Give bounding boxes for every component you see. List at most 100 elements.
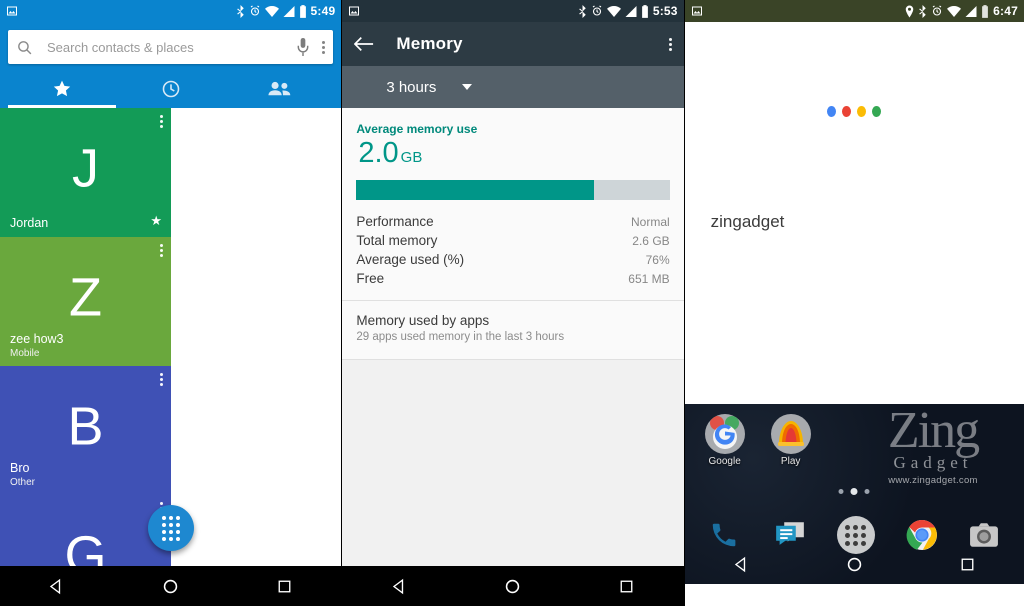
microphone-icon[interactable] — [296, 38, 310, 56]
status-bar-system-icons: 5:53 — [578, 4, 678, 18]
watermark: Zing Gadget www.zingadget.com — [848, 404, 1018, 486]
contact-initial: Z — [69, 267, 102, 328]
overflow-menu-icon[interactable] — [160, 113, 163, 130]
stat-row: Performance Normal — [356, 212, 669, 231]
home-icon[interactable] — [832, 544, 876, 584]
stat-value: 651 MB — [628, 272, 670, 286]
dialpad-icon — [162, 515, 180, 541]
panel-memory: 5:53 Memory 3 hours Average memory use 2… — [341, 0, 685, 606]
alarm-icon — [249, 5, 261, 17]
star-icon — [52, 79, 72, 99]
wifi-icon — [947, 5, 962, 17]
stat-key: Average used (%) — [356, 252, 465, 267]
alarm-icon — [591, 5, 603, 17]
contact-initial: B — [67, 396, 104, 457]
back-arrow-icon[interactable] — [354, 36, 374, 52]
contacts-tabs — [8, 70, 334, 108]
google-listening-dots — [827, 106, 882, 117]
stat-value: 76% — [645, 253, 670, 267]
signal-icon — [965, 5, 977, 17]
stat-key: Total memory — [356, 233, 438, 248]
search-icon — [16, 39, 33, 56]
image-icon — [348, 5, 360, 17]
search-input[interactable]: Search contacts & places — [47, 40, 296, 55]
navigation-bar — [342, 566, 684, 606]
memory-summary-card: Average memory use 2.0 GB Performance Nor… — [342, 108, 684, 301]
apps-section-subtitle: 29 apps used memory in the last 3 hours — [356, 331, 565, 343]
page-dot-active[interactable] — [850, 488, 858, 495]
overflow-menu-icon[interactable] — [322, 39, 326, 56]
navigation-bar — [0, 566, 342, 606]
dot-blue — [827, 106, 837, 117]
bluetooth-icon — [578, 4, 587, 18]
memory-used-by-apps[interactable]: Memory used by apps 29 apps used memory … — [342, 301, 684, 360]
contact-name: Jordan — [10, 216, 49, 230]
app-label: Google — [708, 456, 741, 467]
overflow-menu-icon[interactable] — [160, 371, 163, 388]
status-bar-clock: 5:49 — [310, 4, 336, 18]
panel-contacts: 5:49 Search contacts & places J Jordan ★… — [0, 0, 342, 606]
folder-background — [704, 414, 745, 454]
battery-icon — [641, 4, 649, 18]
app-label: Play — [780, 456, 801, 467]
average-memory-number: 2.0 — [358, 137, 399, 169]
tab-contacts[interactable] — [225, 70, 333, 108]
time-range-spinner[interactable]: 3 hours — [342, 66, 684, 108]
recents-icon[interactable] — [605, 566, 649, 606]
status-bar-notifications — [6, 5, 18, 17]
dot-green — [872, 106, 882, 117]
home-icon[interactable] — [149, 566, 193, 606]
bluetooth-icon — [918, 4, 927, 18]
page-dot[interactable] — [864, 489, 870, 494]
stat-row: Total memory 2.6 GB — [356, 231, 669, 250]
memory-progress-fill — [356, 180, 595, 200]
contacts-header: Search contacts & places — [0, 22, 342, 108]
google-folder[interactable]: Google — [701, 414, 749, 467]
home-icon[interactable] — [491, 566, 535, 606]
status-bar-notifications — [348, 5, 360, 17]
watermark-line-1: Zing — [887, 404, 980, 459]
chevron-down-icon — [462, 84, 473, 90]
average-memory-value: 2.0 GB — [356, 139, 669, 168]
recents-icon[interactable] — [945, 544, 989, 584]
contact-initial: J — [72, 138, 99, 199]
tab-favorites[interactable] — [8, 70, 117, 108]
dot-red — [842, 106, 852, 117]
image-icon — [6, 5, 18, 17]
navigation-bar — [685, 544, 1024, 584]
contact-tile[interactable]: J Jordan ★ — [0, 108, 171, 237]
contact-label: Mobile — [10, 348, 40, 359]
back-icon[interactable] — [719, 544, 763, 584]
bluetooth-icon — [236, 4, 245, 18]
signal-icon — [283, 5, 295, 17]
screenshot-collage: 5:49 Search contacts & places J Jordan ★… — [0, 0, 1024, 606]
memory-stats-list: Performance Normal Total memory 2.6 GB A… — [356, 212, 669, 288]
drawer-dots — [845, 524, 867, 546]
back-icon[interactable] — [377, 566, 421, 606]
alarm-icon — [931, 5, 943, 17]
page-dot[interactable] — [838, 489, 844, 494]
contact-tile[interactable]: B Bro Other — [0, 366, 171, 495]
tab-recents[interactable] — [116, 70, 224, 108]
page-title: Memory — [396, 34, 463, 53]
battery-icon — [981, 4, 989, 18]
play-folder[interactable]: Play — [767, 414, 815, 467]
voice-search-overlay: zingadget — [684, 22, 1024, 404]
dialpad-fab[interactable] — [148, 505, 194, 551]
search-bar[interactable]: Search contacts & places — [8, 30, 334, 64]
memory-toolbar: Memory — [342, 22, 684, 66]
wifi-icon — [606, 5, 621, 17]
wifi-icon — [264, 5, 279, 17]
overflow-menu-icon[interactable] — [160, 242, 163, 259]
stat-value: 2.6 GB — [632, 234, 670, 248]
stat-row: Free 651 MB — [356, 269, 669, 288]
contact-name: zee how3 — [10, 332, 64, 346]
back-icon[interactable] — [35, 566, 79, 606]
contact-tile[interactable]: Z zee how3 Mobile — [0, 237, 171, 366]
recents-icon[interactable] — [262, 566, 306, 606]
page-indicator — [838, 488, 870, 495]
dot-yellow — [857, 106, 867, 117]
status-bar-home: 6:47 — [684, 0, 1024, 22]
status-bar-memory: 5:53 — [342, 0, 684, 22]
overflow-menu-icon[interactable] — [668, 36, 672, 53]
